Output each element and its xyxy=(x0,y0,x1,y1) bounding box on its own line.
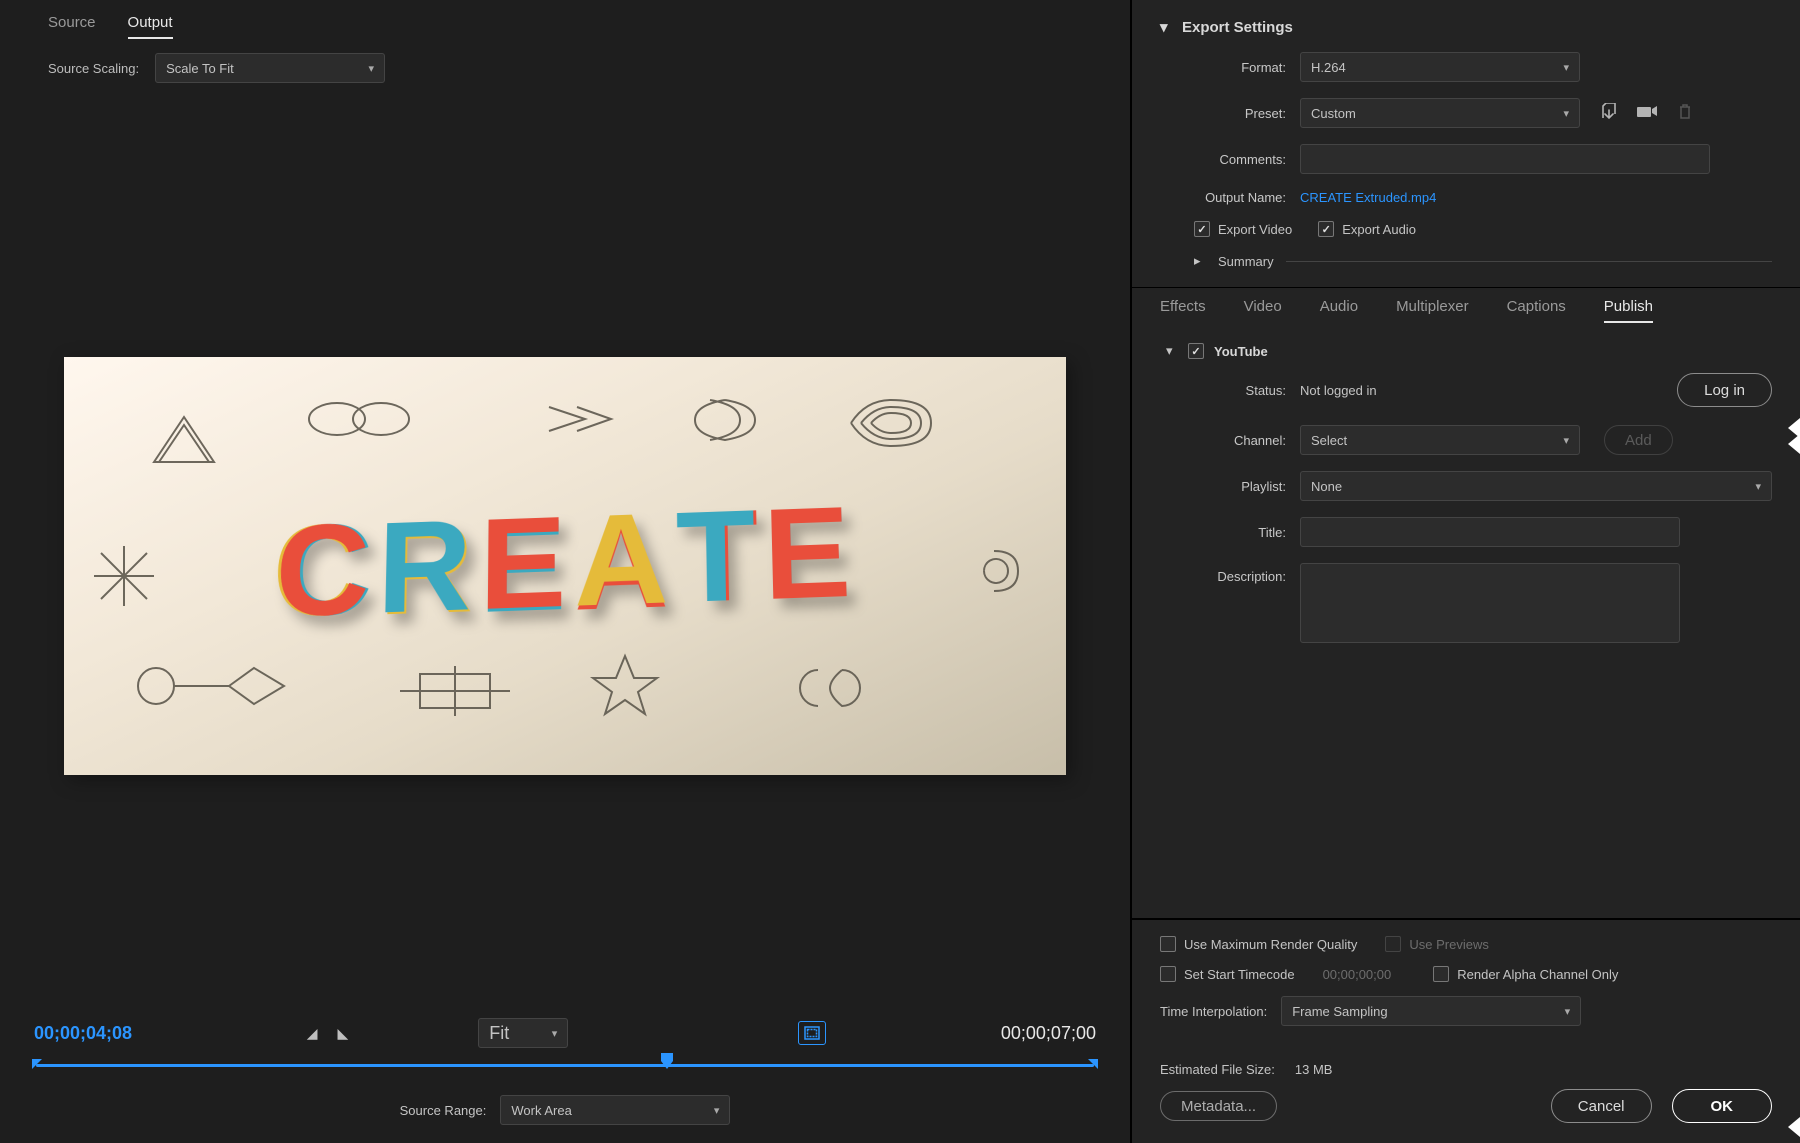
summary-toggle[interactable]: ▸ Summary xyxy=(1194,253,1772,269)
source-scaling-label: Source Scaling: xyxy=(48,61,139,76)
save-preset-icon[interactable] xyxy=(1598,103,1620,124)
tab-captions[interactable]: Captions xyxy=(1507,298,1566,323)
cancel-button[interactable]: Cancel xyxy=(1551,1089,1652,1123)
timecode-total: 00;00;07;00 xyxy=(1001,1023,1096,1044)
mark-out-button[interactable]: ◣ xyxy=(337,1025,348,1042)
ok-button[interactable]: OK xyxy=(1672,1089,1773,1123)
channel-label: Channel: xyxy=(1160,433,1300,448)
output-name-label: Output Name: xyxy=(1160,190,1300,205)
export-video-checkbox[interactable] xyxy=(1194,221,1210,237)
source-scaling-value: Scale To Fit xyxy=(166,61,234,76)
use-previews-checkbox xyxy=(1385,936,1401,952)
format-select[interactable]: H.264▾ xyxy=(1300,52,1580,82)
tab-output[interactable]: Output xyxy=(128,14,173,39)
playlist-select[interactable]: None▾ xyxy=(1300,471,1772,501)
chevron-down-icon: ▾ xyxy=(1160,18,1172,36)
metadata-button[interactable]: Metadata... xyxy=(1160,1091,1277,1121)
add-channel-button: Add xyxy=(1604,425,1673,455)
tab-video[interactable]: Video xyxy=(1244,298,1282,323)
status-label: Status: xyxy=(1160,383,1300,398)
panel-collapse-icon[interactable] xyxy=(1788,434,1800,454)
est-size-value: 13 MB xyxy=(1295,1062,1333,1077)
tab-effects[interactable]: Effects xyxy=(1160,298,1206,323)
comments-label: Comments: xyxy=(1160,152,1300,167)
export-settings-toggle[interactable]: ▾ Export Settings xyxy=(1160,18,1772,36)
render-alpha-checkbox[interactable] xyxy=(1433,966,1449,982)
time-interp-label: Time Interpolation: xyxy=(1160,1004,1267,1019)
comments-input[interactable] xyxy=(1300,144,1710,174)
panel-collapse-icon[interactable] xyxy=(1788,1117,1800,1137)
output-name-link[interactable]: CREATE Extruded.mp4 xyxy=(1300,190,1436,205)
tab-multiplexer[interactable]: Multiplexer xyxy=(1396,298,1469,323)
delete-preset-icon xyxy=(1674,103,1696,124)
zoom-fit-select[interactable]: Fit▾ xyxy=(478,1018,568,1048)
chevron-right-icon: ▸ xyxy=(1194,253,1206,269)
preview-frame: CREATE xyxy=(64,357,1066,775)
aspect-correction-button[interactable] xyxy=(798,1021,826,1045)
tab-audio[interactable]: Audio xyxy=(1320,298,1358,323)
max-render-checkbox[interactable] xyxy=(1160,936,1176,952)
tab-publish[interactable]: Publish xyxy=(1604,298,1653,323)
playhead[interactable] xyxy=(660,1052,674,1070)
title-input[interactable] xyxy=(1300,517,1680,547)
format-label: Format: xyxy=(1160,60,1300,75)
description-label: Description: xyxy=(1160,563,1300,584)
youtube-checkbox[interactable] xyxy=(1188,343,1204,359)
youtube-section-toggle[interactable]: ▾ YouTube xyxy=(1166,343,1772,359)
timecode-current[interactable]: 00;00;04;08 xyxy=(34,1023,132,1044)
mark-in-button[interactable]: ◢ xyxy=(307,1025,318,1042)
tab-source[interactable]: Source xyxy=(48,14,96,39)
channel-select[interactable]: Select▾ xyxy=(1300,425,1580,455)
timeline[interactable] xyxy=(36,1061,1094,1071)
source-range-label: Source Range: xyxy=(400,1103,487,1118)
start-timecode-value: 00;00;00;00 xyxy=(1323,967,1392,982)
export-audio-checkbox[interactable] xyxy=(1318,221,1334,237)
start-timecode-checkbox[interactable] xyxy=(1160,966,1176,982)
source-range-select[interactable]: Work Area▾ xyxy=(500,1095,730,1125)
login-button[interactable]: Log in xyxy=(1677,373,1772,407)
source-scaling-select[interactable]: Scale To Fit▾ xyxy=(155,53,385,83)
est-size-label: Estimated File Size: xyxy=(1160,1062,1275,1077)
preset-label: Preset: xyxy=(1160,106,1300,121)
status-value: Not logged in xyxy=(1300,383,1377,398)
preview-artwork: CREATE xyxy=(271,477,859,647)
description-input[interactable] xyxy=(1300,563,1680,643)
preset-select[interactable]: Custom▾ xyxy=(1300,98,1580,128)
chevron-down-icon: ▾ xyxy=(1166,343,1178,359)
time-interp-select[interactable]: Frame Sampling▾ xyxy=(1281,996,1581,1026)
playlist-label: Playlist: xyxy=(1160,479,1300,494)
import-preset-icon[interactable] xyxy=(1636,103,1658,123)
title-label: Title: xyxy=(1160,525,1300,540)
